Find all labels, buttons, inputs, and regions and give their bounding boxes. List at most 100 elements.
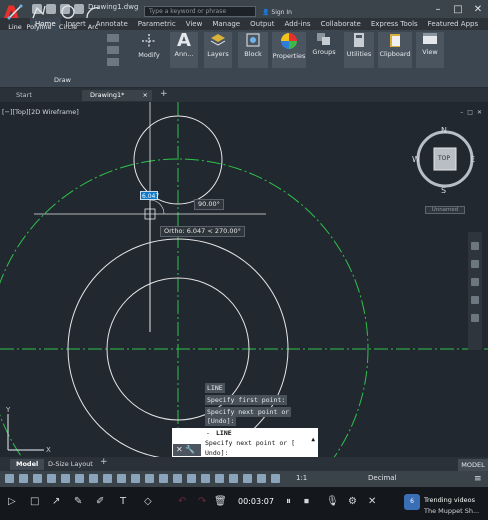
redo-icon[interactable]: ↷ xyxy=(198,496,206,507)
close-recorder-icon[interactable]: ✕ xyxy=(368,496,376,507)
sign-in-button[interactable]: 👤 Sign In xyxy=(262,7,326,18)
compass-north[interactable]: N xyxy=(441,126,447,135)
block-panel-button[interactable]: Block xyxy=(238,32,268,68)
selection-filter-icon[interactable] xyxy=(159,474,168,483)
gizmo-icon[interactable] xyxy=(173,474,182,483)
close-tab-icon[interactable]: × xyxy=(143,90,148,101)
new-tab-icon[interactable]: + xyxy=(160,89,168,99)
eraser-icon[interactable]: ◇ xyxy=(144,496,152,507)
3d-osnap-icon[interactable] xyxy=(131,474,140,483)
selection-cycling-icon[interactable] xyxy=(117,474,126,483)
showmotion-icon[interactable] xyxy=(471,314,479,322)
compass-south[interactable]: S xyxy=(441,186,446,195)
tab-view[interactable]: View xyxy=(181,18,208,30)
maximize-button[interactable]: □ xyxy=(448,0,468,18)
text-tool-icon[interactable]: T xyxy=(120,496,126,507)
tab-express-tools[interactable]: Express Tools xyxy=(366,18,423,30)
tab-model[interactable]: Model xyxy=(10,459,45,470)
ucs-x-label: X xyxy=(46,446,51,454)
command-history-line: [Undo]: xyxy=(205,416,237,426)
tab-add-ins[interactable]: Add-ins xyxy=(279,18,315,30)
file-tab-drawing1[interactable]: Drawing1* × xyxy=(82,90,152,101)
undo-icon[interactable]: ↶ xyxy=(178,496,186,507)
tab-manage[interactable]: Manage xyxy=(207,18,245,30)
microphone-icon[interactable]: 🎙 xyxy=(326,496,339,507)
modify-panel-button[interactable]: Modify xyxy=(134,33,164,69)
dynamic-ucs-icon[interactable] xyxy=(145,474,154,483)
properties-panel-button[interactable]: Properties xyxy=(272,32,306,68)
rectangle-tool-icon[interactable]: □ xyxy=(30,496,39,507)
stop-icon[interactable]: ⏹ xyxy=(304,496,309,507)
hardware-acceleration-icon[interactable] xyxy=(257,474,266,483)
hatch-icon[interactable] xyxy=(107,46,119,54)
ucs-name-dropdown[interactable]: Unnamed xyxy=(425,206,465,214)
full-navigation-wheel-icon[interactable] xyxy=(471,242,479,250)
annotation-label: Ann... xyxy=(174,50,194,58)
lineweight-icon[interactable] xyxy=(89,474,98,483)
polar-icon[interactable] xyxy=(47,474,56,483)
text-icon: A xyxy=(177,30,191,51)
circle-tool[interactable]: Circle xyxy=(58,4,78,31)
notification-subtitle[interactable]: The Muppet Sh... xyxy=(424,507,479,515)
command-expand-icon[interactable]: ▲ xyxy=(311,436,315,443)
ellipse-icon[interactable] xyxy=(107,58,119,66)
polyline-tool[interactable]: Polyline xyxy=(26,4,52,31)
units-dropdown[interactable]: Decimal xyxy=(368,474,397,482)
annotation-panel-button[interactable]: A Ann... xyxy=(170,32,198,68)
status-toggles xyxy=(5,474,280,483)
line-tool[interactable]: Line xyxy=(6,4,24,31)
tab-collaborate[interactable]: Collaborate xyxy=(316,18,366,30)
zoom-icon[interactable] xyxy=(471,278,479,286)
layers-panel-button[interactable]: Layers xyxy=(204,32,232,68)
file-tab-start[interactable]: Start xyxy=(8,90,40,101)
command-customize-icon[interactable]: 🔧 xyxy=(185,445,195,454)
minimize-button[interactable]: – xyxy=(428,0,448,18)
highlighter-icon[interactable]: ✐ xyxy=(96,496,104,507)
model-space-toggle[interactable]: MODEL xyxy=(458,459,488,471)
angle-input[interactable]: 90.00° xyxy=(194,199,224,210)
annotation-scale[interactable]: 1:1 xyxy=(296,474,307,482)
auto-scale-icon[interactable] xyxy=(201,474,210,483)
ucs-y-label: Y xyxy=(5,406,11,414)
close-button[interactable]: ✕ xyxy=(468,0,488,18)
view-panel-button[interactable]: View xyxy=(416,32,444,68)
clipboard-panel-button[interactable]: Clipboard xyxy=(378,32,412,68)
annotation-monitor-icon[interactable] xyxy=(229,474,238,483)
tab-parametric[interactable]: Parametric xyxy=(133,18,181,30)
pan-icon[interactable] xyxy=(471,260,479,268)
workspace-icon[interactable] xyxy=(215,474,224,483)
osnap-icon[interactable] xyxy=(61,474,70,483)
command-close-icon[interactable]: ✕ xyxy=(176,445,183,454)
isolate-objects-icon[interactable] xyxy=(243,474,252,483)
grid-icon[interactable] xyxy=(5,474,14,483)
orbit-icon[interactable] xyxy=(471,296,479,304)
tab-featured-apps[interactable]: Featured Apps xyxy=(423,18,483,30)
clean-screen-icon[interactable] xyxy=(271,474,280,483)
otrack-icon[interactable] xyxy=(75,474,84,483)
utilities-panel-button[interactable]: Utilities xyxy=(344,32,374,68)
compass-east[interactable]: E xyxy=(470,155,475,164)
pen-tool-icon[interactable]: ✎ xyxy=(74,496,82,507)
length-input[interactable]: 6.047 xyxy=(140,191,159,200)
arc-tool[interactable]: Arc xyxy=(84,4,102,31)
groups-panel-button[interactable]: Groups xyxy=(310,32,338,68)
snap-icon[interactable] xyxy=(19,474,28,483)
search-input[interactable]: Type a keyword or phrase xyxy=(144,6,256,17)
new-layout-icon[interactable]: + xyxy=(100,457,108,467)
notification-title[interactable]: Trending videos xyxy=(424,496,475,504)
pause-icon[interactable]: ⏸ xyxy=(286,496,291,507)
settings-icon[interactable]: ⚙ xyxy=(348,496,357,507)
tab-output[interactable]: Output xyxy=(245,18,279,30)
pointer-icon[interactable]: ▷ xyxy=(8,496,16,507)
tab-d-size-layout[interactable]: D-Size Layout xyxy=(42,459,99,470)
compass-west[interactable]: W xyxy=(412,155,420,164)
draw-panel-label[interactable]: Draw xyxy=(54,76,71,84)
arrow-tool-icon[interactable]: ↗ xyxy=(52,496,60,507)
ortho-icon[interactable] xyxy=(33,474,42,483)
transparency-icon[interactable] xyxy=(103,474,112,483)
trending-app-icon[interactable]: 6 xyxy=(404,494,420,510)
delete-icon[interactable]: 🗑 xyxy=(214,496,227,507)
annotation-visibility-icon[interactable] xyxy=(187,474,196,483)
customize-menu-icon[interactable]: ≡ xyxy=(474,474,482,484)
rectangle-icon[interactable] xyxy=(107,34,119,42)
